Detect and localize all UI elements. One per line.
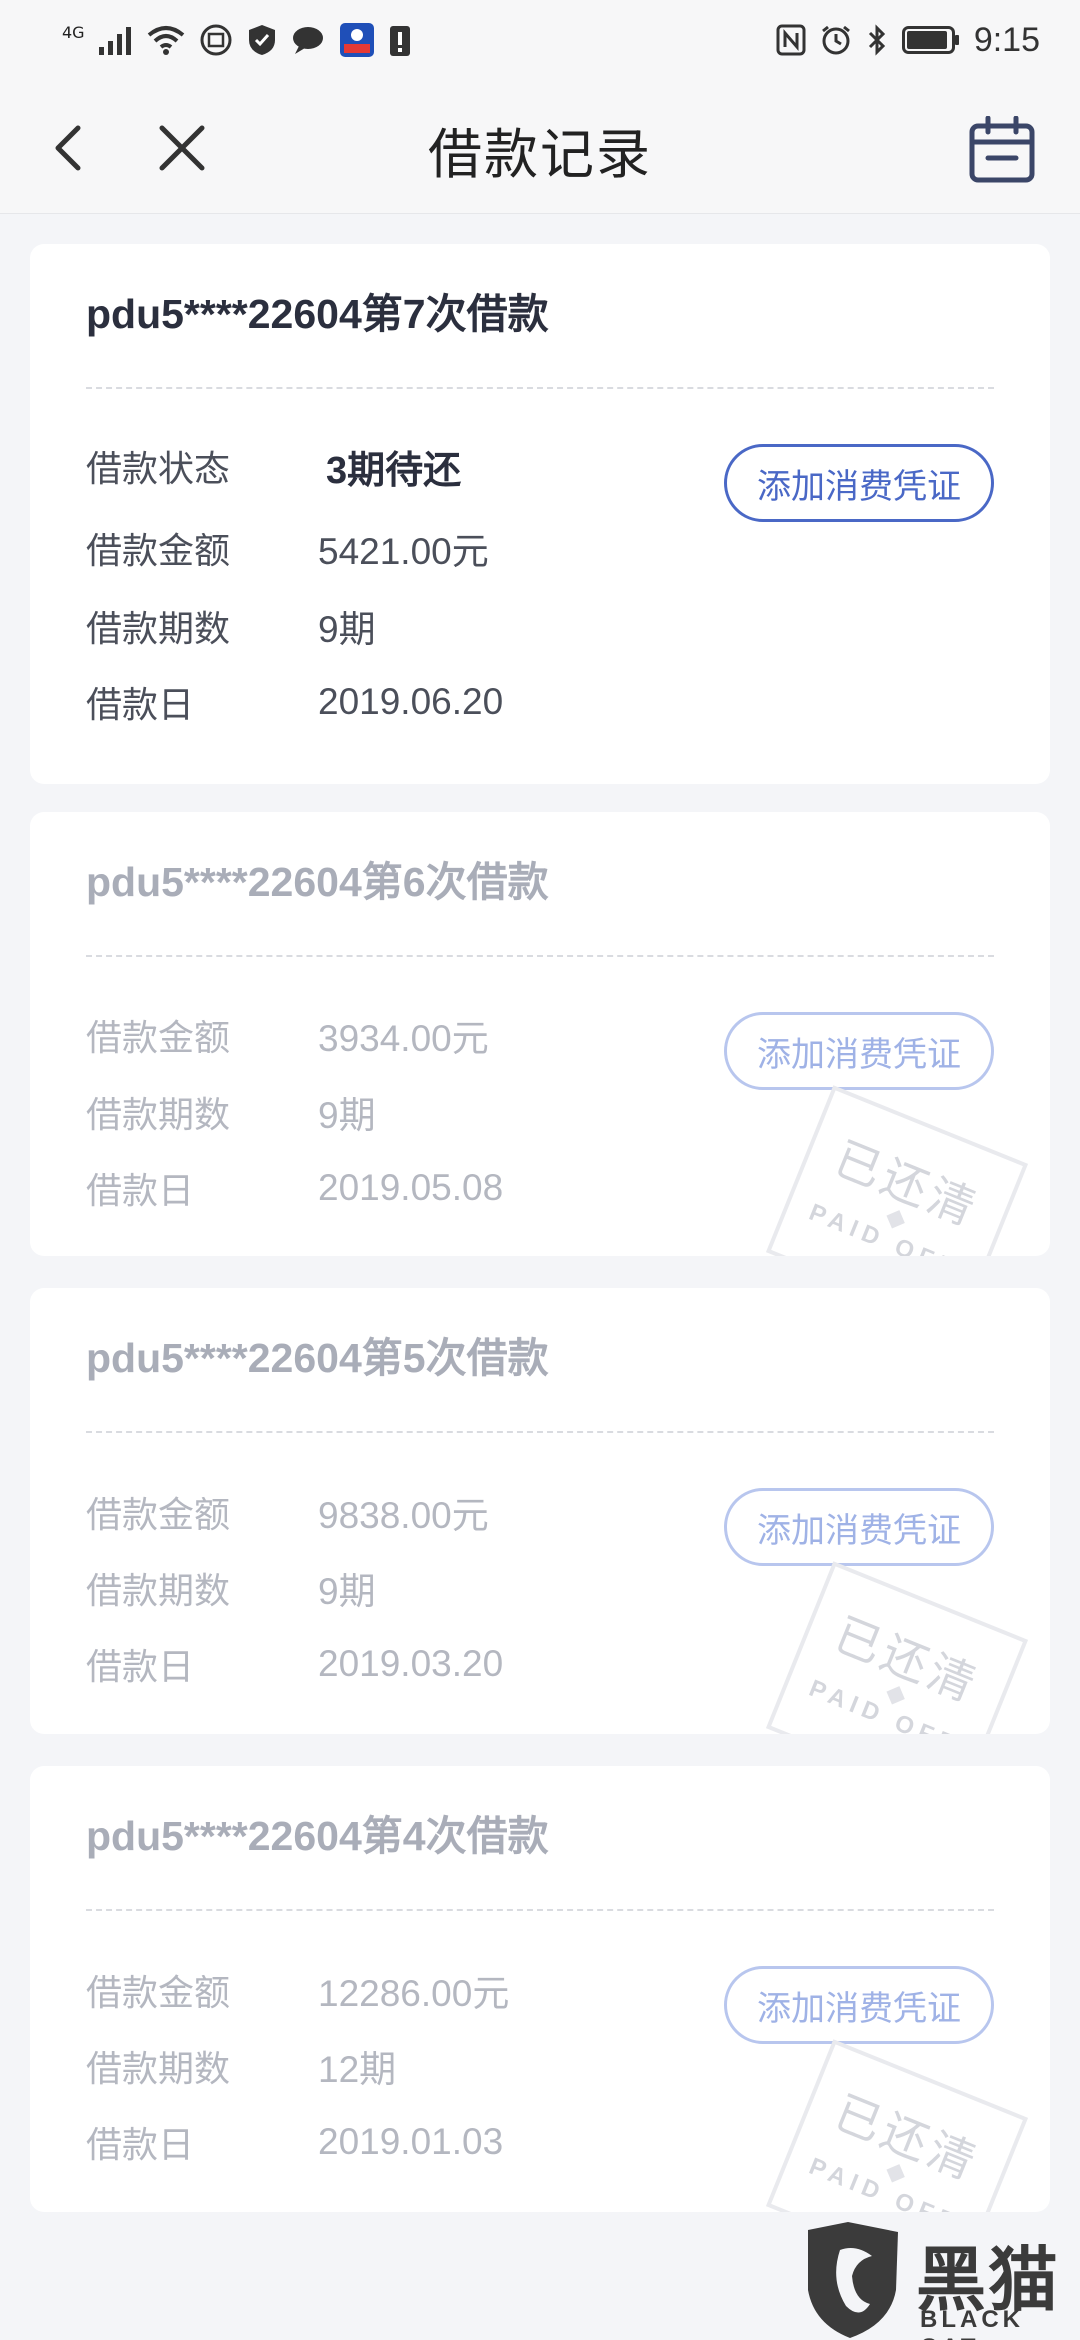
- paid-off-stamp: 已还清 PAID OFF: [765, 1085, 1029, 1256]
- date-label: 借款日: [86, 1647, 195, 1688]
- periods-label: 借款期数: [86, 1571, 231, 1612]
- add-voucher-button[interactable]: 添加消费凭证: [724, 444, 994, 522]
- amount-row: 借款金额 5421.00元: [86, 518, 489, 578]
- periods-value: 12期: [318, 2049, 397, 2090]
- status-bar: 4G 9:15: [0, 0, 1080, 80]
- date-row: 借款日 2019.06.20: [86, 672, 503, 732]
- black-cat-watermark: 黑猫 BLACK CAT: [800, 2220, 1080, 2340]
- calendar-icon: [969, 115, 1035, 183]
- amount-row: 借款金额 9838.00元: [86, 1482, 489, 1542]
- loan-card[interactable]: pdu5****22604第5次借款 借款金额 9838.00元 借款期数 9期…: [30, 1288, 1050, 1734]
- periods-label: 借款期数: [86, 2049, 231, 2090]
- date-value: 2019.05.08: [318, 1167, 504, 1208]
- periods-row: 借款期数 9期: [86, 1082, 376, 1142]
- periods-label: 借款期数: [86, 609, 231, 650]
- date-label: 借款日: [86, 685, 195, 726]
- periods-row: 借款期数 12期: [86, 2036, 396, 2096]
- paid-off-stamp: 已还清 PAID OFF: [765, 2039, 1029, 2212]
- loan-title: pdu5****22604第5次借款: [86, 1335, 549, 1381]
- amount-value: 3934.00元: [318, 1018, 489, 1059]
- periods-row: 借款期数 9期: [86, 596, 376, 656]
- message-icon: [291, 25, 325, 55]
- status-left: 4G: [62, 20, 411, 60]
- add-voucher-button[interactable]: 添加消费凭证: [724, 1012, 994, 1090]
- watermark-sub-text: BLACK CAT: [920, 2306, 1024, 2340]
- loan-title: pdu5****22604第6次借款: [86, 859, 549, 905]
- divider: [86, 387, 994, 389]
- date-value: 2019.03.20: [318, 1643, 504, 1684]
- status-row: 借款状态 3期待还: [86, 436, 461, 496]
- battery-icon: [901, 26, 960, 54]
- amount-row: 借款金额 12286.00元: [86, 1960, 509, 2020]
- status-label: 借款状态: [86, 449, 231, 490]
- date-label: 借款日: [86, 1171, 195, 1212]
- date-value: 2019.01.03: [318, 2121, 504, 2162]
- loan-title: pdu5****22604第4次借款: [86, 1813, 549, 1859]
- amount-label: 借款金额: [86, 531, 231, 572]
- date-row: 借款日 2019.03.20: [86, 1634, 503, 1694]
- wifi-icon: [147, 25, 185, 55]
- divider: [86, 1431, 994, 1433]
- divider: [86, 1909, 994, 1911]
- black-cat-logo-icon: [808, 2222, 898, 2338]
- amount-label: 借款金额: [86, 1018, 231, 1059]
- divider: [86, 955, 994, 957]
- date-value: 2019.06.20: [318, 681, 504, 722]
- amount-label: 借款金额: [86, 1495, 231, 1536]
- loan-card[interactable]: pdu5****22604第7次借款 借款状态 3期待还 借款金额 5421.0…: [30, 244, 1050, 784]
- nfc-icon: [776, 24, 806, 56]
- calendar-button[interactable]: [968, 115, 1036, 184]
- bluetooth-icon: [866, 24, 888, 56]
- date-row: 借款日 2019.01.03: [86, 2112, 503, 2172]
- sim-icon: [199, 23, 233, 57]
- loan-card[interactable]: pdu5****22604第4次借款 借款金额 12286.00元 借款期数 1…: [30, 1766, 1050, 2212]
- add-voucher-button[interactable]: 添加消费凭证: [724, 1488, 994, 1566]
- amount-value: 9838.00元: [318, 1495, 489, 1536]
- shield-icon: [247, 23, 277, 57]
- status-value: 3期待还: [326, 449, 462, 492]
- loan-title: pdu5****22604第7次借款: [86, 291, 549, 337]
- alert-icon: [389, 23, 411, 57]
- amount-row: 借款金额 3934.00元: [86, 1005, 489, 1065]
- page-title: 借款记录: [428, 123, 652, 186]
- amount-value: 12286.00元: [318, 1973, 510, 2014]
- periods-value: 9期: [318, 1095, 376, 1136]
- app-notify-icon: [339, 22, 375, 58]
- clock: 9:15: [973, 20, 1040, 59]
- amount-label: 借款金额: [86, 1973, 231, 2014]
- loan-card[interactable]: pdu5****22604第6次借款 借款金额 3934.00元 借款期数 9期…: [30, 812, 1050, 1256]
- status-right: 9:15: [776, 20, 1040, 60]
- periods-row: 借款期数 9期: [86, 1558, 376, 1618]
- network-type: 4G: [62, 22, 85, 42]
- add-voucher-button[interactable]: 添加消费凭证: [724, 1966, 994, 2044]
- paid-off-stamp: 已还清 PAID OFF: [765, 1561, 1029, 1734]
- alarm-icon: [820, 24, 852, 56]
- signal-icon: [98, 25, 133, 55]
- periods-value: 9期: [318, 1571, 376, 1612]
- periods-label: 借款期数: [86, 1095, 231, 1136]
- amount-value: 5421.00元: [318, 531, 489, 572]
- nav-bar: 借款记录: [0, 80, 1080, 214]
- date-label: 借款日: [86, 2125, 195, 2166]
- date-row: 借款日 2019.05.08: [86, 1158, 503, 1218]
- periods-value: 9期: [318, 609, 376, 650]
